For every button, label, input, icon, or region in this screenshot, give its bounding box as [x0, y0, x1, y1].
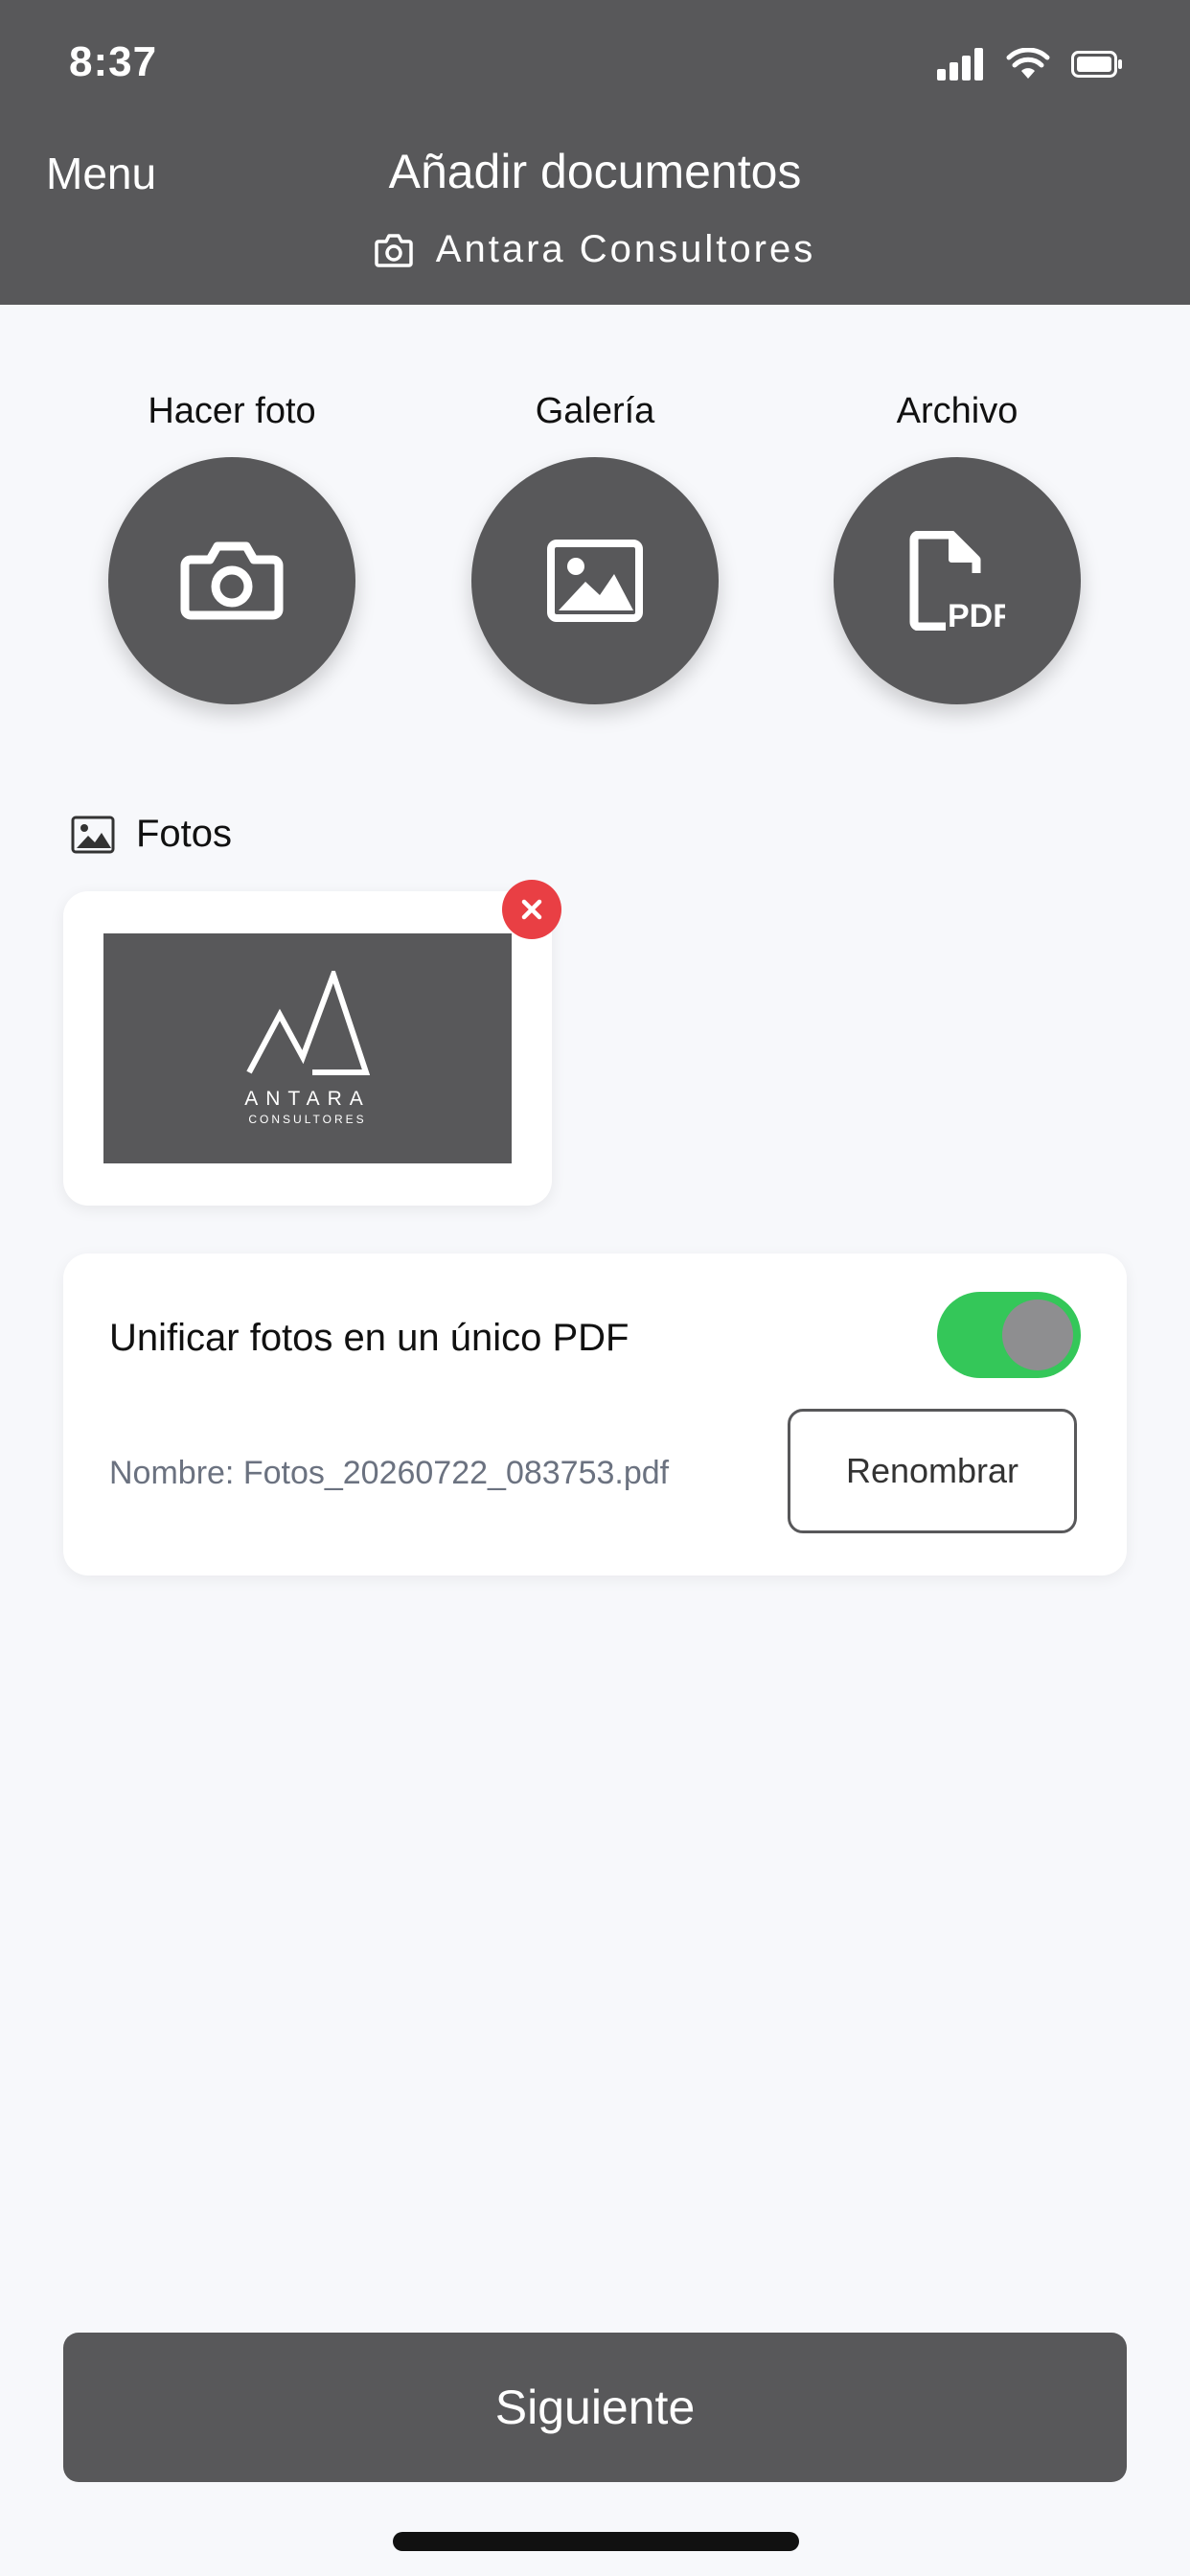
- image-icon: [547, 540, 643, 622]
- status-icons: [937, 48, 1123, 80]
- status-time: 8:37: [69, 38, 158, 85]
- merge-pdf-label: Unificar fotos en un único PDF: [109, 1317, 629, 1359]
- pdf-filename: Nombre: Fotos_20260722_083753.pdf: [109, 1455, 670, 1491]
- wifi-icon: [1006, 48, 1050, 79]
- take-photo-action: Hacer foto: [107, 391, 356, 704]
- page-title: Añadir documentos: [388, 145, 802, 198]
- page-subtitle: Antara Consultores: [0, 228, 1190, 271]
- merge-option-card: Unificar fotos en un único PDF Nombre: F…: [63, 1254, 1127, 1576]
- remove-photo-button[interactable]: [502, 880, 561, 939]
- rename-button[interactable]: Renombrar: [788, 1409, 1077, 1533]
- svg-text:PDF: PDF: [948, 598, 1005, 631]
- camera-icon: [180, 541, 284, 620]
- home-indicator: [393, 2532, 799, 2551]
- camera-icon: [375, 233, 413, 267]
- battery-icon: [1071, 51, 1122, 78]
- photo-card[interactable]: ANTARA CONSULTORES: [63, 891, 552, 1206]
- next-button[interactable]: Siguiente: [63, 2333, 1127, 2482]
- app-header: 8:37 Menu Añadir documentos Antara Consu…: [0, 0, 1190, 305]
- merge-pdf-toggle[interactable]: [937, 1292, 1081, 1378]
- image-icon: [71, 816, 115, 853]
- gallery-button[interactable]: [471, 457, 719, 704]
- gallery-label: Galería: [535, 391, 655, 431]
- take-photo-label: Hacer foto: [148, 391, 316, 431]
- photos-section-label: Fotos: [136, 813, 233, 855]
- photos-section-title: Fotos: [71, 813, 232, 856]
- close-icon: [521, 899, 542, 920]
- logo-subtext: CONSULTORES: [248, 1113, 367, 1126]
- antara-logo-icon: [246, 971, 370, 1075]
- gallery-action: Galería: [470, 391, 720, 704]
- company-name: Antara Consultores: [435, 228, 816, 270]
- file-button[interactable]: PDF: [834, 457, 1081, 704]
- file-label: Archivo: [896, 391, 1018, 431]
- file-action: Archivo PDF: [833, 391, 1082, 704]
- cellular-signal-icon: [937, 48, 983, 80]
- take-photo-button[interactable]: [108, 457, 355, 704]
- logo-text: ANTARA: [244, 1088, 371, 1110]
- toggle-knob: [1002, 1300, 1073, 1370]
- photo-thumbnail[interactable]: ANTARA CONSULTORES: [103, 933, 512, 1163]
- pdf-file-icon: PDF: [909, 531, 1005, 631]
